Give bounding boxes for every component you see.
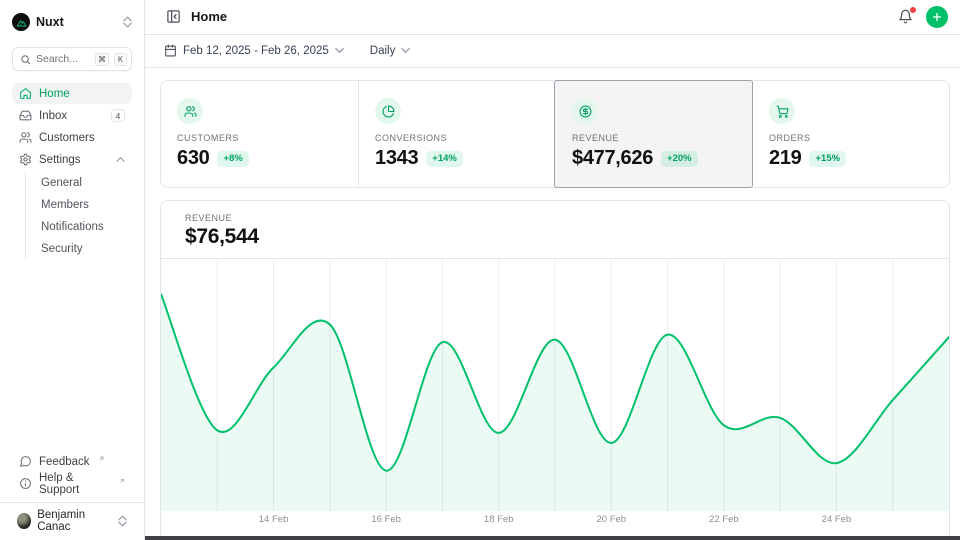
user-menu[interactable]: Benjamin Canac <box>12 510 132 532</box>
x-axis-tick-label: 18 Feb <box>484 514 514 525</box>
chart-x-axis: 14 Feb 16 Feb 18 Feb 20 Feb 22 Feb 24 Feb <box>161 511 949 528</box>
x-axis-tick-label: 22 Feb <box>709 514 739 525</box>
sidebar-item-customers[interactable]: Customers <box>12 127 132 148</box>
users-icon <box>19 131 32 144</box>
chart-metric-label: REVENUE <box>185 213 925 223</box>
sidebar-footer: Feedback Help & Support Benjamin Canac <box>12 451 132 532</box>
dashboard-content: CUSTOMERS 630 +8% CONVERSIONS 1343 +14% <box>145 68 960 540</box>
nuxt-logo-icon <box>12 13 30 31</box>
sidebar-item-label: Home <box>39 88 70 100</box>
stat-delta-badge: +20% <box>661 151 698 167</box>
inbox-count-badge: 4 <box>111 109 125 122</box>
workspace-name: Nuxt <box>36 15 64 29</box>
stat-label: ORDERS <box>769 133 933 143</box>
sidebar: Nuxt Search... ⌘ K Home Inbox 4 <box>0 0 145 540</box>
stat-value: 1343 <box>375 147 418 170</box>
feedback-label: Feedback <box>39 456 90 468</box>
x-axis-tick-label: 14 Feb <box>259 514 289 525</box>
sidebar-item-security[interactable]: Security <box>35 238 132 259</box>
panel-left-close-icon <box>166 9 181 24</box>
revenue-area-chart[interactable] <box>161 259 949 511</box>
stat-delta-badge: +8% <box>217 151 248 167</box>
stat-value: 630 <box>177 147 209 170</box>
stat-card-conversions[interactable]: CONVERSIONS 1343 +14% <box>358 81 555 187</box>
app-window: Nuxt Search... ⌘ K Home Inbox 4 <box>0 0 960 540</box>
sidebar-item-home[interactable]: Home <box>12 83 132 104</box>
chevron-down-icon <box>335 46 344 55</box>
sidebar-item-general[interactable]: General <box>35 172 132 193</box>
stat-label: REVENUE <box>572 133 736 143</box>
feedback-link[interactable]: Feedback <box>12 451 132 472</box>
chevron-up-icon <box>116 155 125 164</box>
sidebar-item-settings[interactable]: Settings <box>12 149 132 170</box>
chart-metric-value: $76,544 <box>185 225 925 249</box>
home-icon <box>19 87 32 100</box>
stat-card-orders[interactable]: ORDERS 219 +15% <box>752 81 949 187</box>
sidebar-item-members[interactable]: Members <box>35 194 132 215</box>
sidebar-item-label: Settings <box>39 154 81 166</box>
stat-card-revenue[interactable]: REVENUE $477,626 +20% <box>555 81 752 187</box>
chevron-down-icon <box>401 46 410 55</box>
users-icon <box>184 105 197 118</box>
revenue-chart-card: REVENUE $76,544 14 Feb 16 Feb 18 Feb 20 Feb… <box>160 200 950 540</box>
sidebar-item-inbox[interactable]: Inbox 4 <box>12 105 132 126</box>
user-name: Benjamin Canac <box>37 509 112 533</box>
stat-delta-badge: +15% <box>809 151 846 167</box>
page-title: Home <box>191 9 227 24</box>
dollar-circle-icon <box>579 105 592 118</box>
stat-label: CUSTOMERS <box>177 133 342 143</box>
speech-bubble-icon <box>19 455 32 468</box>
main-panel: Home Feb 12, 2025 - Feb 26, 2025 Daily <box>145 0 960 540</box>
search-placeholder: Search... <box>36 53 90 65</box>
help-support-link[interactable]: Help & Support <box>12 473 132 494</box>
x-axis-tick-label: 16 Feb <box>371 514 401 525</box>
x-axis-tick-label: 20 Feb <box>596 514 626 525</box>
stat-label: CONVERSIONS <box>375 133 539 143</box>
notification-dot <box>910 7 916 13</box>
stat-value: $477,626 <box>572 147 653 170</box>
help-support-label: Help & Support <box>39 472 111 496</box>
x-axis-tick-label: 24 Feb <box>822 514 852 525</box>
sidebar-nav: Home Inbox 4 Customers Settings General … <box>12 83 132 260</box>
workspace-switcher[interactable]: Nuxt <box>12 10 132 34</box>
filters-toolbar: Feb 12, 2025 - Feb 26, 2025 Daily <box>145 35 960 68</box>
gear-icon <box>19 153 32 166</box>
stat-value: 219 <box>769 147 801 170</box>
stats-row: CUSTOMERS 630 +8% CONVERSIONS 1343 +14% <box>160 80 950 188</box>
content-bottom-edge <box>145 536 960 540</box>
chevron-up-down-icon <box>123 16 132 28</box>
external-link-icon <box>119 477 125 484</box>
kbd-cmd: ⌘ <box>95 53 109 66</box>
sidebar-item-label: Inbox <box>39 110 67 122</box>
stat-delta-badge: +14% <box>426 151 463 167</box>
chart-pie-icon <box>382 105 395 118</box>
sidebar-item-notifications[interactable]: Notifications <box>35 216 132 237</box>
inbox-icon <box>19 109 32 122</box>
header-actions <box>896 6 948 28</box>
external-link-icon <box>98 455 105 462</box>
kbd-k: K <box>114 53 127 66</box>
sidebar-divider <box>0 502 144 503</box>
add-button[interactable] <box>926 6 948 28</box>
sidebar-item-label: Customers <box>39 132 95 144</box>
info-circle-icon <box>19 477 32 490</box>
chart-header: REVENUE $76,544 <box>161 201 949 259</box>
date-range-value: Feb 12, 2025 - Feb 26, 2025 <box>183 45 329 57</box>
stat-card-customers[interactable]: CUSTOMERS 630 +8% <box>161 81 358 187</box>
granularity-value: Daily <box>370 45 396 57</box>
plus-icon <box>931 11 943 23</box>
granularity-select[interactable]: Daily <box>370 45 411 57</box>
cart-icon <box>776 105 789 118</box>
user-avatar <box>17 513 31 529</box>
chevron-up-down-icon <box>118 515 127 527</box>
settings-submenu: General Members Notifications Security <box>25 172 132 259</box>
page-header: Home <box>145 0 960 35</box>
notifications-button[interactable] <box>896 8 914 26</box>
collapse-sidebar-button[interactable] <box>164 8 182 26</box>
search-input[interactable]: Search... ⌘ K <box>12 47 132 71</box>
date-range-picker[interactable]: Feb 12, 2025 - Feb 26, 2025 <box>164 44 344 57</box>
calendar-icon <box>164 44 177 57</box>
search-icon <box>20 54 31 65</box>
